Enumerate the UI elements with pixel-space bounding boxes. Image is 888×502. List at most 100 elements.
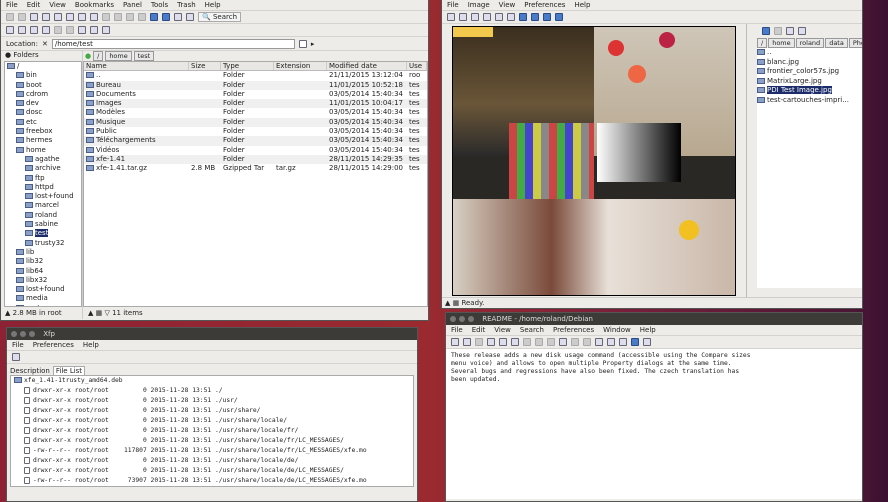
details-icon[interactable]: [102, 26, 110, 34]
horizontal-icon[interactable]: [54, 26, 62, 34]
menu-help[interactable]: Help: [83, 341, 99, 349]
readme-text-area[interactable]: These release adds a new disk usage comm…: [446, 349, 862, 499]
tree-item[interactable]: lost+found: [5, 192, 81, 201]
print-icon[interactable]: [459, 13, 467, 21]
cut-icon[interactable]: [535, 338, 543, 346]
menu-edit[interactable]: Edit: [27, 1, 41, 9]
menu-file[interactable]: File: [447, 1, 459, 9]
goto-icon[interactable]: [559, 338, 567, 346]
tree-item[interactable]: roland: [5, 211, 81, 220]
package-entry[interactable]: drwxr-xr-x root/root 0 2015-11-28 13:51 …: [14, 396, 413, 406]
file-row[interactable]: Images Folder 11/01/2015 10:04:17 tes: [84, 99, 427, 109]
zoom-fit-icon[interactable]: [507, 13, 515, 21]
tree-item[interactable]: libx32: [5, 276, 81, 285]
close-button[interactable]: [11, 331, 17, 337]
rotate-right-icon[interactable]: [531, 13, 539, 21]
mirror-v-icon[interactable]: [555, 13, 563, 21]
tree-item[interactable]: lib: [5, 248, 81, 257]
file-row[interactable]: Bureau Folder 11/01/2015 10:52:18 tes: [84, 80, 427, 90]
copy-icon[interactable]: [102, 13, 110, 21]
go-icon[interactable]: ▸: [311, 40, 315, 48]
file-row[interactable]: Public Folder 03/05/2014 15:40:34 tes: [84, 127, 427, 136]
zoom-in-icon[interactable]: [471, 13, 479, 21]
tree-item[interactable]: lib32: [5, 257, 81, 266]
folder-tree[interactable]: / bin boot cdrom dev dosc etc freebox hermes home…: [4, 61, 82, 307]
viewer-file-item[interactable]: frontier_color57s.jpg: [757, 67, 862, 77]
tree-item[interactable]: trusty32: [5, 239, 81, 248]
menu-view[interactable]: View: [494, 326, 511, 334]
menu-help[interactable]: Help: [205, 1, 221, 9]
open-icon[interactable]: [447, 13, 455, 21]
find-prev-icon[interactable]: [619, 338, 627, 346]
tree-item[interactable]: cdrom: [5, 90, 81, 99]
file-row[interactable]: xfe-1.41.tar.gz 2.8 MB Gzipped Tar tar.gz 28…: [84, 164, 427, 173]
package-entry[interactable]: drwxr-xr-x root/root 0 2015-11-28 13:51 …: [14, 416, 413, 426]
location-input[interactable]: /home/test: [51, 38, 295, 49]
tree-item[interactable]: freebox: [5, 127, 81, 136]
tree-item[interactable]: media: [5, 294, 81, 303]
menu-file[interactable]: File: [451, 326, 463, 334]
file-row[interactable]: Documents Folder 03/05/2014 15:40:34 tes: [84, 90, 427, 99]
line-numbers-icon[interactable]: [643, 338, 651, 346]
find-next-icon[interactable]: [607, 338, 615, 346]
breadcrumb-item[interactable]: home: [768, 37, 795, 48]
back-icon[interactable]: [6, 13, 14, 21]
menu-preferences[interactable]: Preferences: [524, 1, 565, 9]
breadcrumb-item[interactable]: /: [757, 37, 768, 48]
menu-bookmarks[interactable]: Bookmarks: [75, 1, 114, 9]
home-icon[interactable]: [798, 26, 806, 35]
vertical-icon[interactable]: [66, 26, 74, 34]
file-row[interactable]: .. Folder 21/11/2015 13:12:04 roo: [84, 71, 427, 80]
new-link-icon[interactable]: [90, 13, 98, 21]
file-row[interactable]: Téléchargements Folder 03/05/2014 15:40:34…: [84, 136, 427, 146]
breadcrumb-item[interactable]: /: [93, 51, 104, 61]
print-icon[interactable]: [499, 338, 507, 346]
zoom-100-icon[interactable]: [495, 13, 503, 21]
two-panels-icon[interactable]: [30, 26, 38, 34]
menu-panel[interactable]: Panel: [123, 1, 142, 9]
tab-file-list[interactable]: File List: [52, 366, 86, 375]
package-entry[interactable]: drwxr-xr-x root/root 0 2015-11-28 13:51 …: [14, 406, 413, 416]
package-entry[interactable]: drwxr-xr-x root/root 0 2015-11-28 13:51 …: [14, 456, 413, 466]
column-header[interactable]: Name: [84, 62, 189, 71]
column-header[interactable]: Type: [221, 62, 274, 71]
column-header[interactable]: Modified date: [327, 62, 407, 71]
back-icon[interactable]: [762, 26, 770, 35]
package-entry[interactable]: -rw-r--r-- root/root 73907 2015-11-28 13…: [14, 476, 413, 486]
breadcrumb-item[interactable]: roland: [795, 37, 825, 48]
search-button[interactable]: 🔍 Search: [198, 12, 242, 22]
up-icon[interactable]: [30, 13, 38, 21]
tree-item[interactable]: test: [5, 229, 81, 238]
breadcrumb-item[interactable]: data: [825, 37, 848, 48]
menu-tools[interactable]: Tools: [151, 1, 168, 9]
tree-item[interactable]: lost+found: [5, 285, 81, 294]
clear-location-icon[interactable]: ✕: [42, 40, 48, 48]
minimize-button[interactable]: [20, 331, 26, 337]
menu-edit[interactable]: Edit: [472, 326, 486, 334]
menu-preferences[interactable]: Preferences: [33, 341, 74, 349]
save-icon[interactable]: [475, 338, 483, 346]
word-wrap-icon[interactable]: [631, 338, 639, 346]
tree-item[interactable]: archive: [5, 164, 81, 173]
menu-file[interactable]: File: [12, 341, 24, 349]
small-icons-icon[interactable]: [90, 26, 98, 34]
tree-item[interactable]: lib64: [5, 267, 81, 276]
file-row[interactable]: Modèles Folder 03/05/2014 15:40:34 tes: [84, 108, 427, 117]
big-icons-icon[interactable]: [78, 26, 86, 34]
tree-item[interactable]: httpd: [5, 183, 81, 192]
delete-icon[interactable]: [138, 13, 146, 21]
zoom-out-icon[interactable]: [483, 13, 491, 21]
mount-icon[interactable]: [174, 13, 182, 21]
location-dropdown-icon[interactable]: [298, 39, 307, 48]
tree-item[interactable]: boot: [5, 81, 81, 90]
new-icon[interactable]: [451, 338, 459, 346]
tab-description[interactable]: Description: [10, 367, 50, 375]
package-entry[interactable]: drwxr-xr-x root/root 0 2015-11-28 13:51 …: [14, 436, 413, 446]
drive-icon[interactable]: [162, 13, 170, 21]
maximize-button[interactable]: [29, 331, 35, 337]
tree-item[interactable]: agathe: [5, 155, 81, 164]
package-entry[interactable]: drwxr-xr-x root/root 0 2015-11-28 13:51 …: [14, 466, 413, 476]
menu-trash[interactable]: Trash: [177, 1, 196, 9]
forward-icon[interactable]: [18, 13, 26, 21]
undo-icon[interactable]: [571, 338, 579, 346]
